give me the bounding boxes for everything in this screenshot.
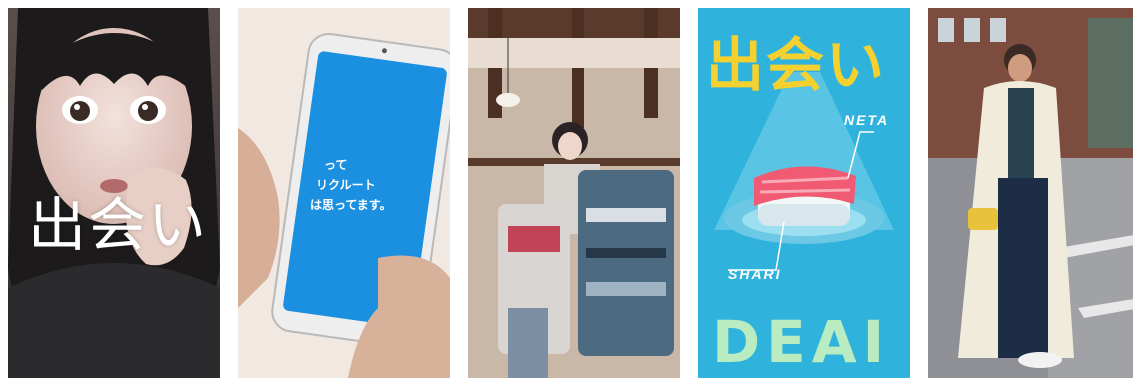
gallery-card-3[interactable]	[468, 8, 680, 378]
card-4-brand: DEAI	[712, 308, 891, 376]
card-4-title: 出会い	[706, 31, 887, 99]
card-2-image	[238, 8, 450, 378]
gallery-card-5[interactable]	[928, 8, 1133, 378]
card-2-text-line-1: って	[324, 158, 348, 172]
card-3-image	[468, 8, 680, 378]
card-2-text-line-3: は思ってます。	[310, 198, 392, 212]
image-gallery: 出会い って リクルート は思ってます。 出会い NETA SHARI DEAI	[0, 0, 1133, 382]
card-4-label-neta: NETA	[844, 112, 890, 128]
card-4-label-shari: SHARI	[728, 266, 782, 282]
gallery-card-4[interactable]: 出会い NETA SHARI DEAI	[698, 8, 910, 378]
card-2-text-line-2: リクルート	[316, 178, 376, 192]
gallery-card-1[interactable]: 出会い	[8, 8, 220, 378]
card-5-image	[928, 8, 1133, 378]
gallery-card-2[interactable]: って リクルート は思ってます。	[238, 8, 450, 378]
card-1-overlay-text: 出会い	[28, 191, 209, 259]
